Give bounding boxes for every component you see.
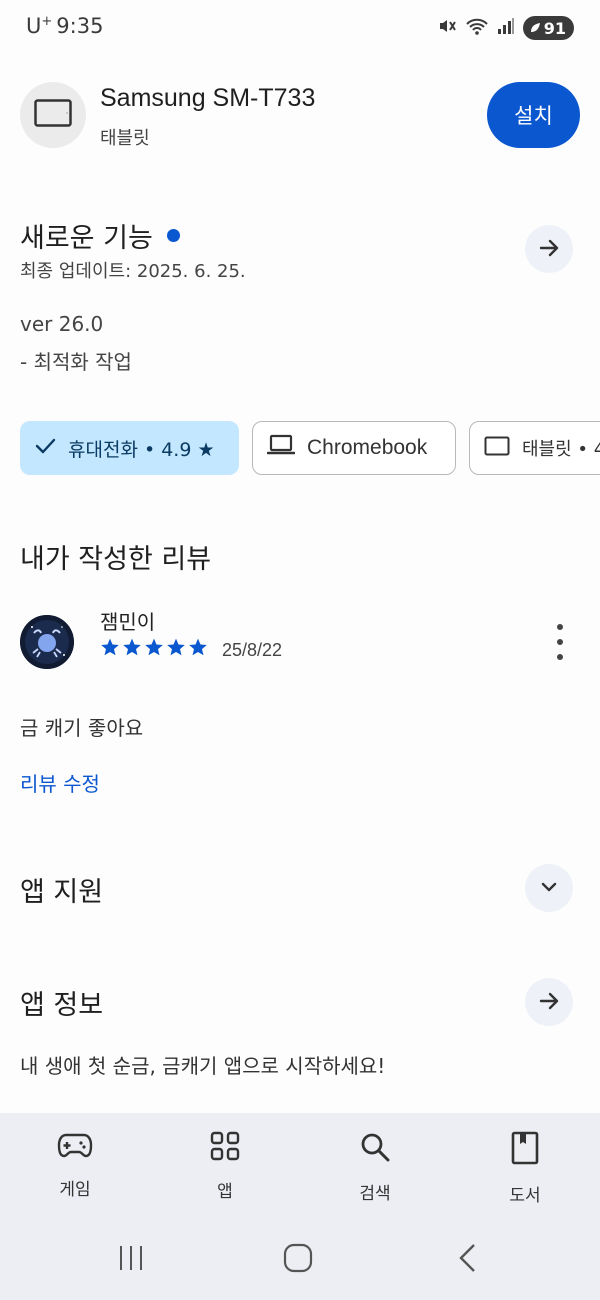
battery-indicator: 91	[522, 16, 574, 40]
device-type: 태블릿	[100, 128, 150, 149]
reviewer-name: 잼민이	[100, 610, 156, 634]
app-info-title[interactable]: 앱 정보	[20, 983, 103, 1022]
nav-apps-label: 앱	[217, 1182, 233, 1202]
edit-review-link[interactable]: 리뷰 수정	[20, 768, 100, 797]
device-chips: 휴대전화 • 4.9 ★ Chromebook 태블릿 • 4	[20, 421, 600, 475]
chip-tablet[interactable]: 태블릿 • 4	[469, 421, 600, 475]
battery-level: 91	[543, 18, 566, 38]
chip-phone-label: 휴대전화 • 4.9 ★	[68, 438, 215, 461]
book-icon	[511, 1131, 539, 1169]
arrow-right-icon	[537, 236, 561, 263]
status-right: 91	[437, 16, 574, 40]
laptop-icon	[266, 434, 296, 462]
star-icon	[166, 637, 186, 661]
rating-stars	[100, 637, 208, 661]
search-icon	[359, 1131, 391, 1167]
version-note: - 최적화 작업	[20, 350, 132, 374]
status-left: U+ 9:35	[26, 14, 103, 38]
arrow-right-icon	[537, 989, 561, 1016]
whats-new-title[interactable]: 새로운 기능	[20, 216, 180, 255]
review-date: 25/8/22	[222, 640, 283, 660]
chip-chromebook[interactable]: Chromebook	[252, 421, 456, 475]
nav-games-label: 게임	[59, 1180, 91, 1200]
nav-search-label: 검색	[359, 1184, 391, 1204]
star-icon	[122, 637, 142, 661]
mute-icon	[437, 16, 457, 40]
new-indicator-dot	[166, 229, 180, 242]
device-row: Samsung SM-T733 태블릿 설치	[20, 80, 580, 150]
check-icon	[34, 435, 56, 462]
avatar	[20, 615, 74, 669]
app-info-description: 내 생애 첫 순금, 금캐기 앱으로 시작하세요!	[20, 1054, 386, 1078]
star-icon	[100, 637, 120, 661]
clock: 9:35	[56, 14, 104, 38]
apps-grid-icon	[210, 1131, 240, 1165]
app-support-expand-button[interactable]	[525, 864, 573, 912]
nav-apps[interactable]: 앱	[165, 1131, 285, 1202]
wifi-icon	[465, 16, 489, 40]
install-button[interactable]: 설치	[487, 82, 580, 148]
nav-search[interactable]: 검색	[315, 1131, 435, 1204]
star-icon	[188, 637, 208, 661]
tablet-icon	[484, 436, 510, 461]
whats-new-label: 새로운 기능	[20, 223, 153, 254]
status-bar: U+ 9:35 91	[0, 0, 600, 56]
my-review-title: 내가 작성한 리뷰	[20, 544, 212, 575]
leaf-icon	[530, 23, 540, 32]
signal-icon	[497, 17, 515, 39]
app-support-title[interactable]: 앱 지원	[20, 870, 103, 909]
device-avatar	[20, 82, 86, 148]
gamepad-icon	[57, 1131, 93, 1163]
bottom-navigation: 게임 앱 검색 도서	[0, 1113, 600, 1228]
version-text: ver 26.0	[20, 312, 104, 336]
review-text: 금 캐기 좋아요	[20, 716, 144, 740]
whats-new-arrow-button[interactable]	[525, 225, 573, 273]
nav-games[interactable]: 게임	[15, 1131, 135, 1200]
carrier-label: U+	[26, 14, 53, 38]
star-icon	[144, 637, 164, 661]
system-navigation	[0, 1228, 600, 1300]
last-updated: 최종 업데이트: 2025. 6. 25.	[20, 261, 246, 282]
tablet-icon	[34, 99, 72, 131]
chip-tablet-label: 태블릿 • 4	[522, 439, 600, 460]
device-name: Samsung SM-T733	[100, 84, 316, 112]
nav-books-label: 도서	[509, 1186, 541, 1206]
home-icon[interactable]	[282, 1242, 314, 1278]
recent-apps-icon[interactable]	[115, 1242, 147, 1278]
review-more-menu-icon[interactable]	[548, 624, 572, 660]
chevron-down-icon	[538, 876, 560, 901]
back-icon[interactable]	[452, 1242, 484, 1278]
app-info-arrow-button[interactable]	[525, 978, 573, 1026]
chip-chromebook-label: Chromebook	[307, 436, 428, 459]
chip-phone[interactable]: 휴대전화 • 4.9 ★	[20, 421, 239, 475]
nav-books[interactable]: 도서	[465, 1131, 585, 1206]
